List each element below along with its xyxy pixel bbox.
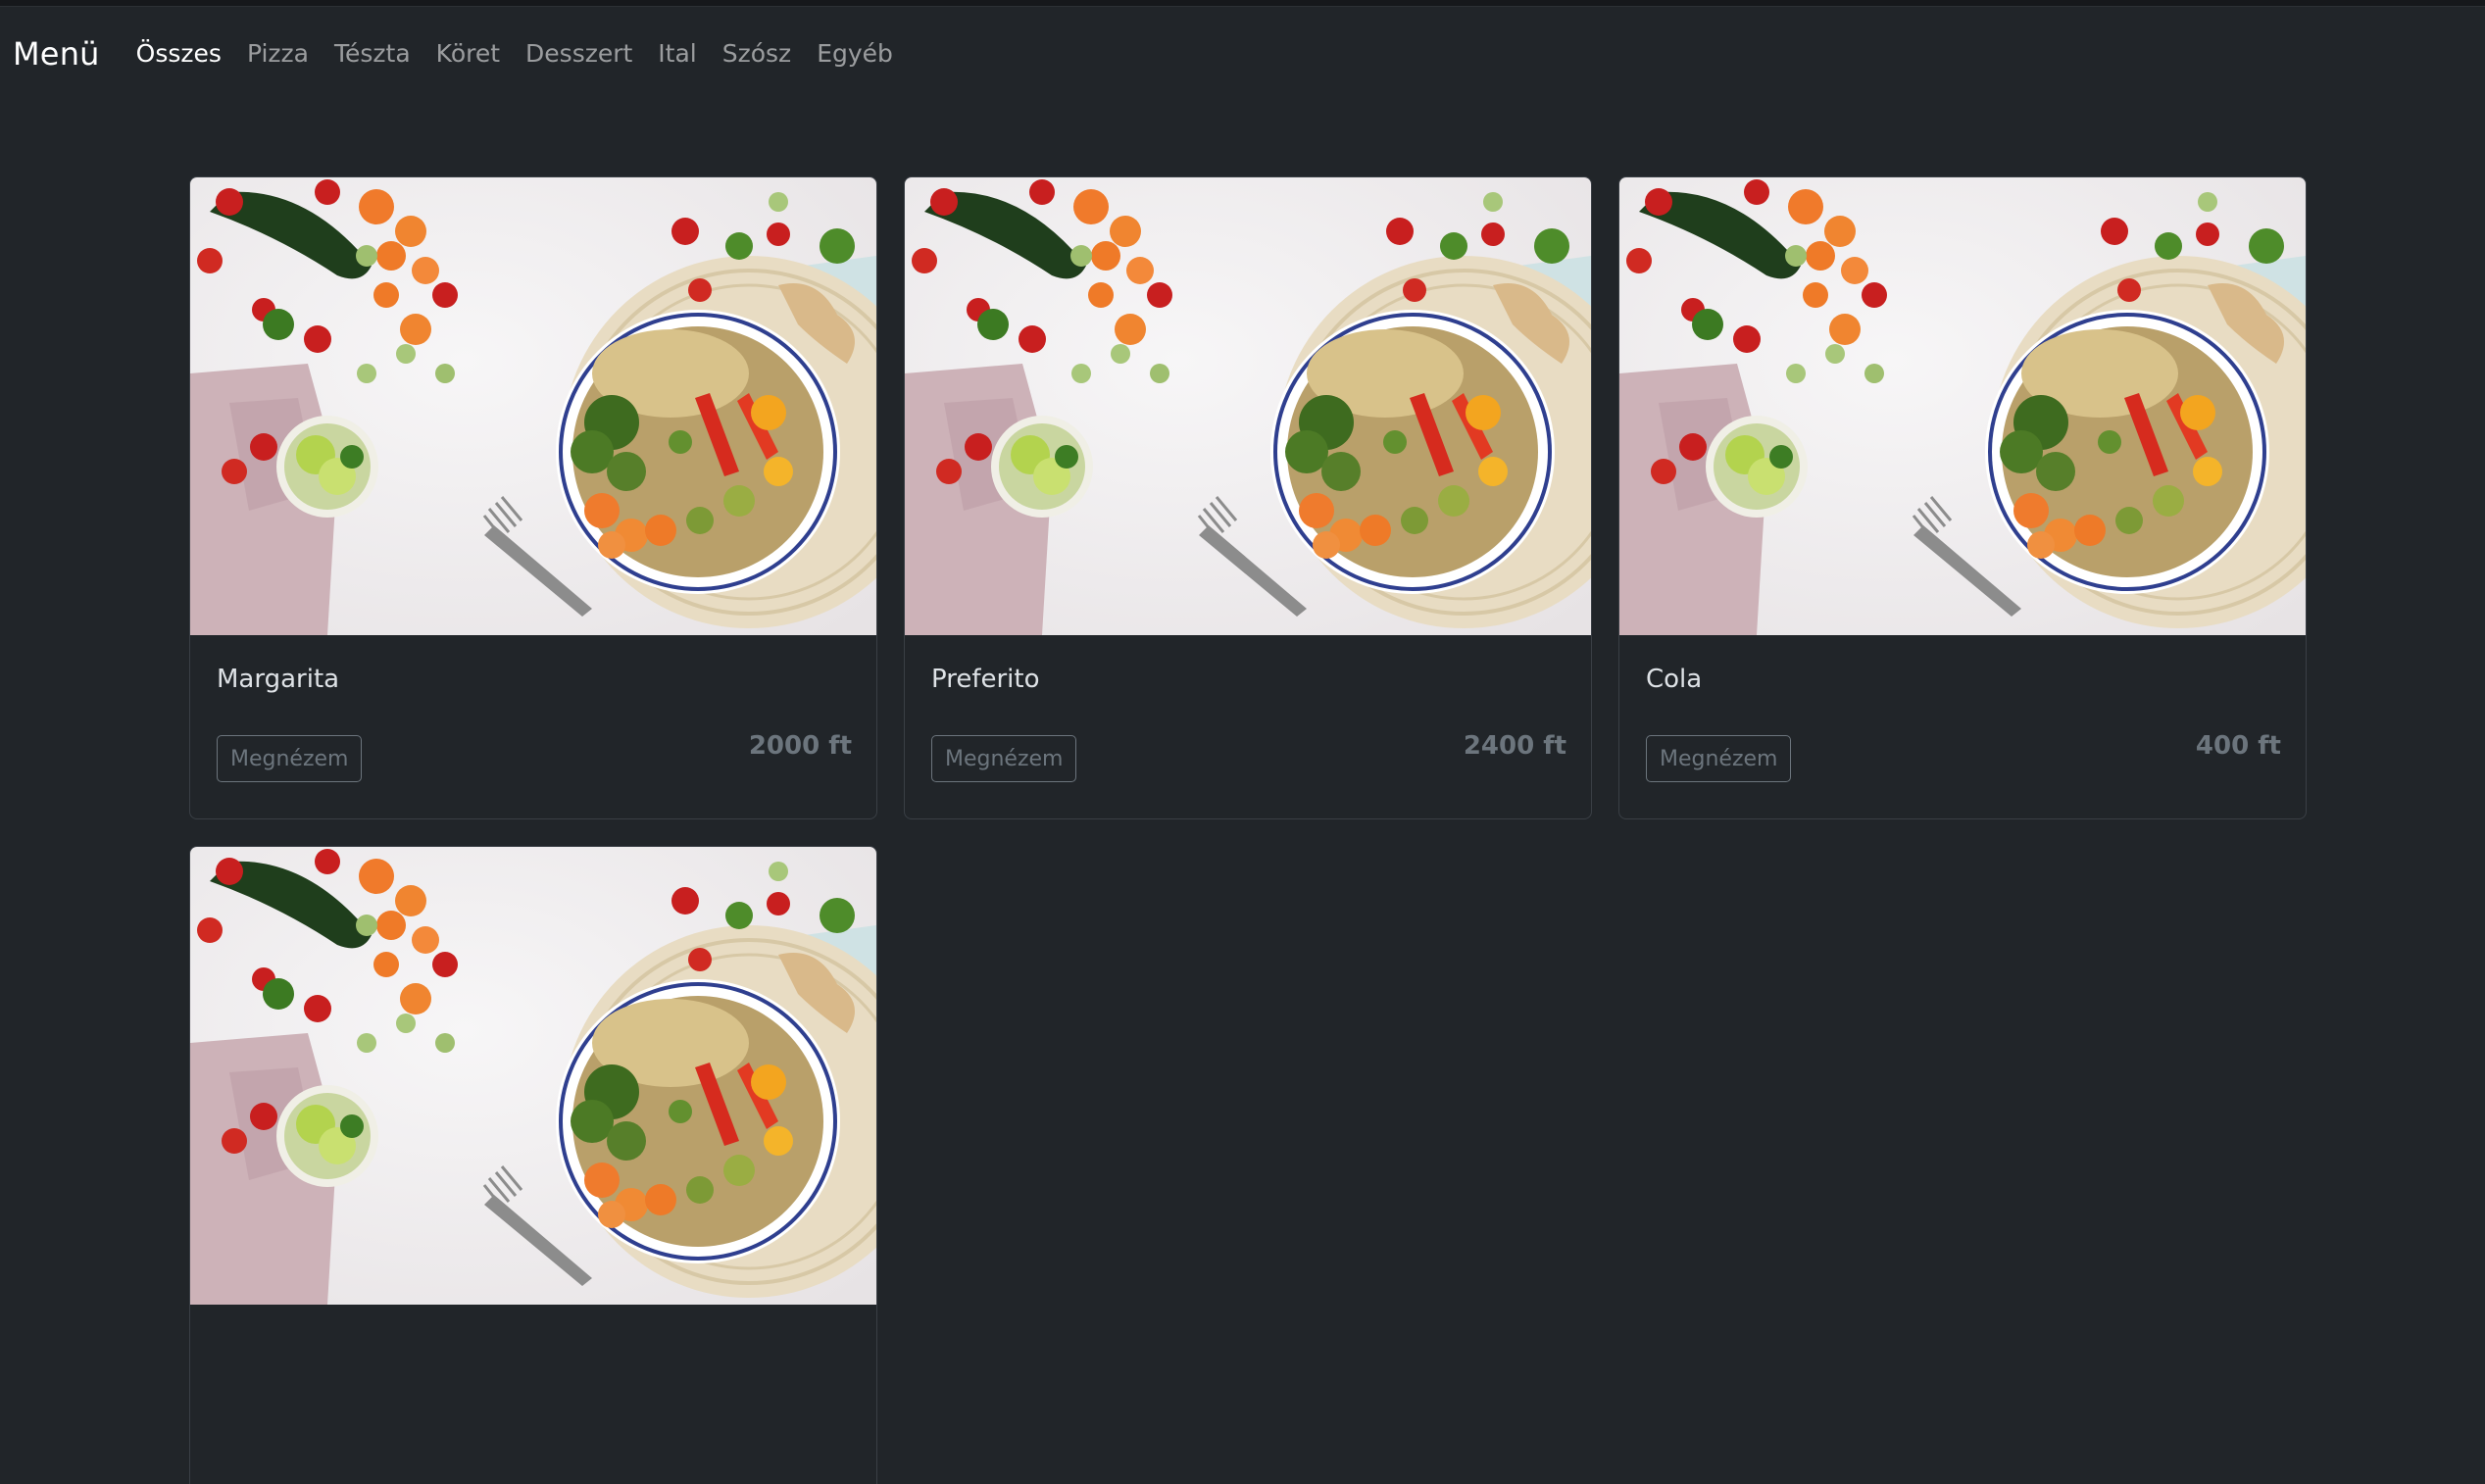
product-price: 400 ft — [2195, 731, 2281, 761]
navbar: Menü Összes Pizza Tészta Köret Desszert … — [0, 7, 2485, 100]
navbar-brand[interactable]: Menü — [13, 35, 100, 73]
view-button[interactable]: Megnézem — [1646, 735, 1792, 782]
nav-link-pizza[interactable]: Pizza — [247, 39, 309, 68]
product-name: Cola — [1646, 665, 1703, 694]
product-card: Preferito Megnézem 2400 ft — [904, 176, 1592, 819]
window-top-border — [0, 0, 2485, 7]
nav-link-teszta[interactable]: Tészta — [334, 39, 411, 68]
nav-link-egyeb[interactable]: Egyéb — [817, 39, 893, 68]
product-name: Preferito — [931, 665, 1040, 694]
product-card: Cola Megnézem 400 ft — [1618, 176, 2307, 819]
nav-link-osszes[interactable]: Összes — [136, 39, 222, 68]
view-button[interactable]: Megnézem — [931, 735, 1077, 782]
product-price: 2000 ft — [748, 731, 852, 761]
nav-links: Összes Pizza Tészta Köret Desszert Ital … — [124, 39, 906, 68]
card-body: Margarita Megnézem 2000 ft — [190, 635, 876, 818]
nav-link-desszert[interactable]: Desszert — [525, 39, 632, 68]
nav-link-szosz[interactable]: Szósz — [722, 39, 791, 68]
view-button[interactable]: Megnézem — [217, 735, 363, 782]
nav-link-koret[interactable]: Köret — [436, 39, 500, 68]
food-bowl-photo — [905, 177, 1591, 635]
nav-link-ital[interactable]: Ital — [658, 39, 696, 68]
product-name: Margarita — [217, 665, 340, 694]
food-bowl-photo — [190, 847, 876, 1305]
product-grid: Margarita Megnézem 2000 ft Preferito Meg… — [189, 176, 2307, 1484]
card-body: Cola Megnézem 400 ft — [1619, 635, 2306, 818]
food-bowl-photo — [1619, 177, 2306, 635]
product-card — [189, 846, 877, 1484]
product-card: Margarita Megnézem 2000 ft — [189, 176, 877, 819]
card-body: Preferito Megnézem 2400 ft — [905, 635, 1591, 818]
food-bowl-photo — [190, 177, 876, 635]
product-price: 2400 ft — [1463, 731, 1566, 761]
